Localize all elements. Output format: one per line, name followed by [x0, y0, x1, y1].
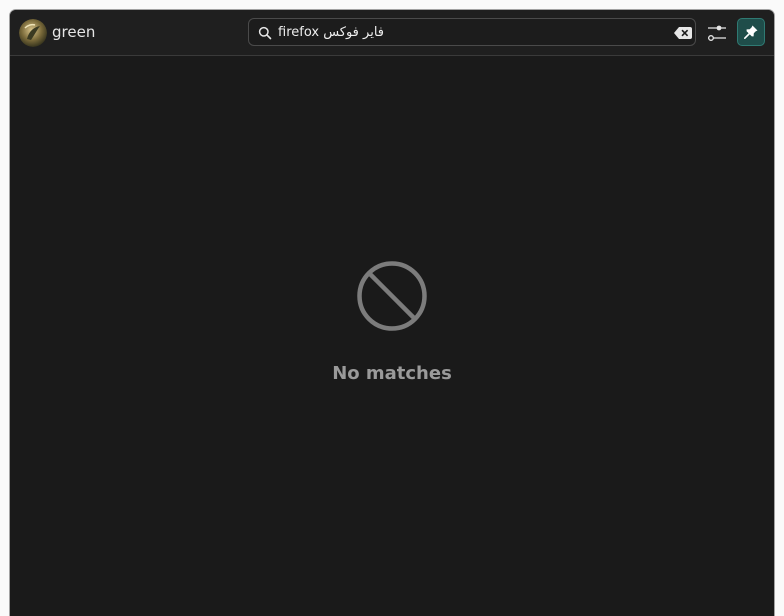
- search-icon: [258, 26, 272, 40]
- search-field[interactable]: firefox فایر فوکس: [248, 18, 696, 46]
- backspace-clear-icon[interactable]: [674, 27, 692, 39]
- main-content: No matches: [10, 56, 774, 616]
- user-avatar[interactable]: [19, 19, 47, 47]
- no-symbol-icon: [357, 261, 427, 331]
- sliders-icon: [708, 25, 726, 41]
- app-window: green firefox فایر فوکس No matches: [10, 10, 774, 616]
- empty-state-message: No matches: [332, 363, 452, 384]
- search-input[interactable]: firefox فایر فوکس: [278, 24, 384, 41]
- avatar-image-icon: [19, 19, 47, 47]
- user-name: green: [52, 23, 96, 41]
- pin-icon: [743, 25, 758, 39]
- filter-button[interactable]: [704, 20, 730, 46]
- header-bar: green firefox فایر فوکس: [10, 10, 774, 56]
- pin-toggle-button[interactable]: [737, 18, 765, 46]
